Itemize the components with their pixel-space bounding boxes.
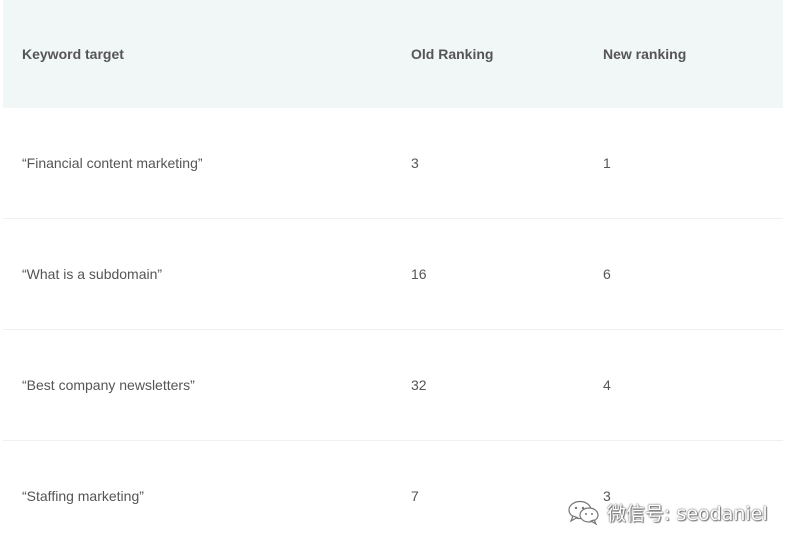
new-ranking-cell: 1 <box>603 155 611 171</box>
old-ranking-cell: 7 <box>411 488 419 504</box>
ranking-table: Keyword target Old Ranking New ranking “… <box>3 0 783 551</box>
watermark-text: 微信号: seodaniel <box>607 502 768 525</box>
keyword-cell: “What is a subdomain” <box>22 266 163 282</box>
header-new-ranking: New ranking <box>603 46 687 62</box>
table-row: “Best company newsletters” 32 4 <box>3 330 783 441</box>
old-ranking-cell: 32 <box>411 377 427 393</box>
old-ranking-cell: 3 <box>411 155 419 171</box>
table-header-row: Keyword target Old Ranking New ranking <box>3 0 783 108</box>
old-ranking-cell: 16 <box>411 266 427 282</box>
header-old-ranking: Old Ranking <box>411 46 494 62</box>
table-row: “Financial content marketing” 3 1 <box>3 108 783 219</box>
new-ranking-cell: 4 <box>603 377 611 393</box>
keyword-cell: “Staffing marketing” <box>22 488 144 504</box>
wechat-icon <box>568 500 599 525</box>
new-ranking-cell: 6 <box>603 266 611 282</box>
header-keyword-target: Keyword target <box>22 46 124 62</box>
keyword-cell: “Best company newsletters” <box>22 377 195 393</box>
wechat-watermark: 微信号: seodaniel <box>567 497 768 527</box>
table-row: “What is a subdomain” 16 6 <box>3 219 783 330</box>
keyword-cell: “Financial content marketing” <box>22 155 203 171</box>
table-row: “Staffing marketing” 7 3 <box>3 441 783 551</box>
